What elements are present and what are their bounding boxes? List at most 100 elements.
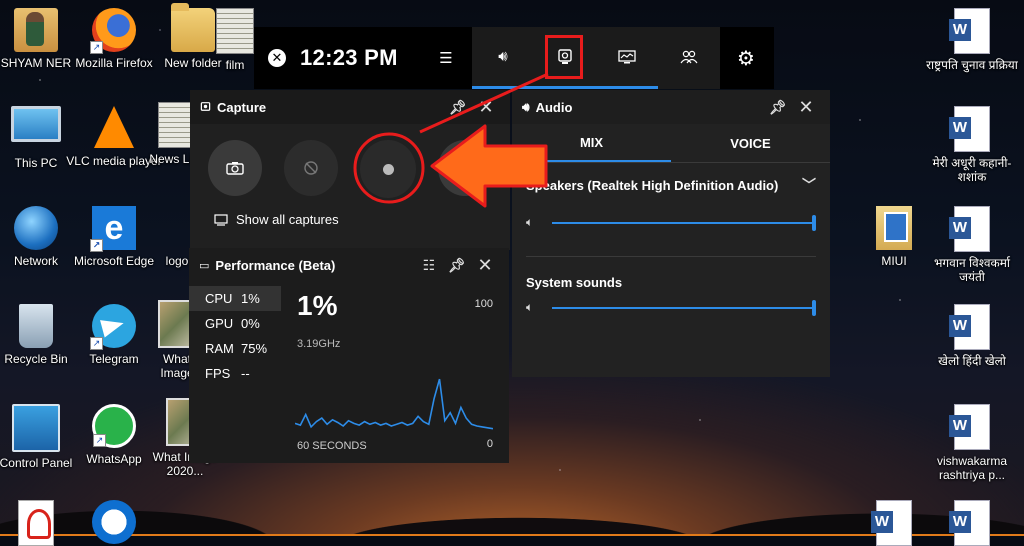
pin-icon[interactable]: 📌︎ — [444, 99, 472, 116]
desktop-icon-label: logo — [165, 254, 189, 268]
system-volume-slider[interactable]: 🔈︎ — [512, 290, 830, 316]
metric-value: 0% — [241, 316, 260, 331]
word-document-icon — [949, 500, 990, 546]
document-icon — [216, 8, 254, 54]
network-globe-icon — [14, 206, 58, 250]
desktop-icon-miui[interactable]: MIUI — [846, 206, 942, 268]
desktop-icon-label: This PC — [14, 156, 58, 170]
capture-buttons — [190, 124, 510, 198]
desktop-icon-word-1[interactable]: राष्ट्रपति चुनाव प्रक्रिया — [924, 8, 1020, 72]
desktop-icon-label: Telegram — [89, 352, 139, 366]
people-icon — [680, 50, 698, 63]
volume-thumb[interactable] — [812, 214, 816, 231]
pin-icon[interactable]: 📌︎ — [443, 257, 471, 274]
gallery-icon — [214, 213, 228, 226]
show-all-captures-link[interactable]: Show all captures — [190, 198, 510, 227]
social-widget-button[interactable] — [658, 27, 720, 89]
volume-track — [552, 299, 816, 316]
xbox-icon — [268, 49, 286, 67]
desktop-icon-label: राष्ट्रपति चुनाव प्रक्रिया — [926, 58, 1018, 72]
desktop-icon-label: Network — [13, 254, 58, 268]
metric-gpu[interactable]: GPU 0% — [189, 311, 281, 336]
pin-icon[interactable]: 📌︎ — [764, 99, 792, 116]
desktop-icon-label: WhatsApp — [86, 452, 142, 466]
desktop-icon-word-5[interactable]: vishwakarma rashtriya p... — [924, 404, 1020, 482]
screenshot-button[interactable] — [208, 140, 263, 196]
settings-button[interactable]: ⚙ — [720, 27, 772, 89]
capture-icon — [200, 101, 211, 111]
performance-body: CPU 1% GPU 0% RAM 75% FPS -- 1% 3.19GHz … — [189, 282, 509, 462]
graph-duration-label: 60 SECONDS — [297, 440, 367, 452]
desktop-icon-word-2[interactable]: मेरी अधूरी कहानी- शशांक — [924, 106, 1020, 184]
metric-cpu[interactable]: CPU 1% — [189, 286, 281, 311]
metric-key: FPS — [205, 366, 231, 381]
camera-icon — [226, 162, 244, 175]
options-icon[interactable]: ☷ — [415, 257, 443, 274]
volume-thumb[interactable] — [812, 299, 816, 316]
word-document-icon — [949, 404, 990, 450]
word-document-icon — [949, 106, 990, 152]
speaker-icon: 🔊︎ — [498, 48, 508, 65]
capture-widget-highlight — [545, 35, 583, 79]
start-recording-button[interactable] — [360, 140, 416, 198]
whatsapp-icon: ↗ — [92, 404, 136, 448]
desktop-icon-label: मेरी अधूरी कहानी- शशांक — [932, 156, 1012, 184]
record-last-30-button[interactable] — [284, 140, 339, 196]
edge-icon: e ↗ — [90, 206, 136, 252]
audio-title: Audio — [535, 99, 573, 115]
desktop-icon-label: film — [225, 58, 245, 72]
desktop-icon-label: SHYAM NER — [0, 56, 72, 70]
metric-key: GPU — [205, 316, 234, 331]
performance-widget-button[interactable] — [596, 27, 658, 89]
pdf-icon — [18, 500, 54, 546]
desktop-icon-teamviewer[interactable] — [66, 500, 162, 544]
miui-folder-icon — [876, 206, 912, 250]
desktop-icon-label: MIUI — [881, 254, 907, 268]
metric-fps[interactable]: FPS -- — [189, 361, 281, 386]
show-all-label: Show all captures — [236, 212, 339, 227]
speaker-icon: 🔊︎ — [522, 99, 530, 114]
tab-voice[interactable]: VOICE — [671, 124, 830, 162]
user-folder-icon — [14, 8, 58, 52]
performance-widget: ▭ Performance (Beta) ☷ 📌︎ ✕ CPU 1% GPU 0… — [189, 248, 509, 463]
widget-menu-button[interactable]: ☰ — [420, 27, 472, 89]
metric-value: 75% — [241, 341, 268, 356]
desktop-icon-word-4[interactable]: खेलो हिंदी खेलो — [924, 304, 1020, 368]
word-document-icon — [949, 304, 990, 350]
capture-header: Capture 📌︎ ✕ — [190, 90, 510, 124]
graph-min-label: 0 — [486, 438, 493, 450]
desktop-icon-telegram[interactable]: ↗ Telegram — [66, 304, 162, 366]
speaker-icon: 🔈︎ — [526, 300, 534, 314]
recycle-bin-icon — [19, 304, 53, 348]
graph-max-label: 100 — [474, 298, 493, 310]
desktop-icon-label: खेलो हिंदी खेलो — [938, 354, 1006, 368]
capture-widget: Capture 📌︎ ✕ Show all captures — [190, 90, 510, 250]
device-volume-slider[interactable]: 🔈︎ — [512, 195, 830, 231]
tab-mix[interactable]: MIX — [512, 124, 671, 162]
system-sounds-label: System sounds — [526, 275, 623, 290]
metric-value: 1% — [241, 291, 260, 306]
output-device-label: Speakers (Realtek High Definition Audio) — [526, 177, 779, 193]
desktop-icon-word-7[interactable] — [924, 500, 1020, 546]
vlc-cone-icon — [94, 106, 134, 148]
audio-widget-button[interactable]: 🔊︎ — [472, 27, 534, 89]
cpu-big-value: 1% — [297, 290, 338, 321]
desktop-icon-label: Recycle Bin — [4, 352, 68, 366]
metric-ram[interactable]: RAM 75% — [189, 336, 281, 361]
desktop-icon-edge[interactable]: e ↗ Microsoft Edge — [66, 206, 162, 268]
microphone-button[interactable] — [437, 140, 492, 196]
cpu-frequency: 3.19GHz — [297, 338, 341, 350]
close-icon[interactable]: ✕ — [792, 97, 820, 118]
desktop-icon-whatsapp[interactable]: ↗ WhatsApp — [66, 404, 162, 466]
chevron-down-icon: ﹀ — [802, 177, 816, 193]
performance-title: Performance (Beta) — [215, 257, 336, 273]
performance-icon — [618, 49, 636, 63]
metric-list: CPU 1% GPU 0% RAM 75% FPS -- — [189, 282, 281, 462]
output-device-select[interactable]: Speakers (Realtek High Definition Audio)… — [512, 163, 830, 195]
close-icon[interactable]: ✕ — [471, 255, 499, 276]
control-panel-icon — [12, 404, 60, 452]
history-icon — [304, 161, 318, 175]
xbox-button[interactable] — [254, 49, 300, 67]
close-icon[interactable]: ✕ — [472, 97, 500, 118]
teamviewer-icon — [92, 500, 136, 544]
